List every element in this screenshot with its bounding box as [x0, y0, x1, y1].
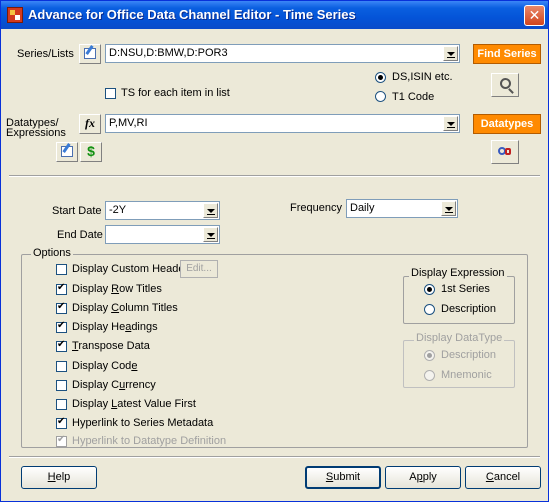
- option-checkbox-row-titles[interactable]: [56, 282, 67, 295]
- series-value: D:NSU,D:BMW,D:POR3: [109, 47, 228, 59]
- option-label-code: Display Code: [72, 360, 138, 372]
- display-datatype-label-mnemonic: Mnemonic: [441, 369, 492, 381]
- apply-button[interactable]: Apply: [385, 466, 461, 489]
- chevron-down-icon[interactable]: [443, 116, 458, 131]
- option-checkbox-currency[interactable]: [56, 380, 67, 391]
- display-expression-radio-1st-series[interactable]: [424, 284, 435, 295]
- datatypes-label-line2: Expressions: [6, 127, 66, 139]
- lookup-button[interactable]: [491, 73, 519, 97]
- datatypes-combo[interactable]: P,MV,RI: [105, 114, 460, 133]
- start-date-combo[interactable]: -2Y: [105, 201, 220, 220]
- display-expression-label-1st-series: 1st Series: [441, 283, 490, 295]
- end-date-combo[interactable]: [105, 225, 220, 244]
- find-series-button[interactable]: Find Series: [473, 44, 541, 64]
- edit-list-icon: [61, 143, 73, 157]
- option-label-latest-first: Display Latest Value First: [72, 398, 196, 410]
- display-datatype-label-description: Description: [441, 349, 497, 361]
- series-label: Series/Lists: [17, 48, 74, 60]
- option-checkbox-code[interactable]: [56, 361, 67, 372]
- series-combo[interactable]: D:NSU,D:BMW,D:POR3: [105, 44, 460, 63]
- help-button[interactable]: Help: [21, 466, 97, 489]
- code-option-label-t1: T1 Code: [392, 91, 435, 103]
- option-checkbox-datatype-definition[interactable]: [56, 434, 67, 447]
- separator-bottom: [9, 456, 540, 458]
- option-checkbox-custom-header[interactable]: [56, 264, 67, 275]
- currency-dollar-icon[interactable]: $: [80, 142, 102, 162]
- frequency-combo[interactable]: Daily: [346, 199, 458, 218]
- chevron-down-icon[interactable]: [443, 46, 458, 61]
- edit-list-icon: [84, 45, 96, 59]
- code-option-radio-ds[interactable]: [375, 72, 386, 83]
- option-label-custom-header: Display Custom Header: [72, 263, 189, 275]
- datatype-search-icon: [498, 147, 512, 157]
- display-expression-radio-description[interactable]: [424, 304, 435, 315]
- display-datatype-radio-mnemonic[interactable]: [424, 370, 435, 381]
- option-checkbox-latest-first[interactable]: [56, 399, 67, 410]
- display-expression-label-description: Description: [441, 303, 497, 315]
- option-label-column-titles: Display Column Titles: [72, 302, 178, 314]
- window-title: Advance for Office Data Channel Editor -…: [28, 7, 356, 22]
- option-checkbox-series-metadata[interactable]: [56, 416, 67, 429]
- frequency-value: Daily: [350, 202, 375, 214]
- close-button[interactable]: ✕: [524, 5, 545, 26]
- magnifier-icon: [499, 78, 514, 94]
- option-checkbox-column-titles[interactable]: [56, 301, 67, 314]
- app-icon: [7, 7, 23, 23]
- display-datatype-radio-description[interactable]: [424, 350, 435, 361]
- ts-each-checkbox[interactable]: [105, 88, 116, 99]
- option-label-transpose: Transpose Data: [72, 340, 150, 352]
- option-label-row-titles: Display Row Titles: [72, 283, 162, 295]
- series-edit-button[interactable]: [79, 44, 101, 64]
- option-label-currency: Display Currency: [72, 379, 156, 391]
- chevron-down-icon[interactable]: [203, 203, 218, 218]
- start-date-label: Start Date: [52, 205, 102, 217]
- chevron-down-icon[interactable]: [441, 201, 456, 216]
- datatypes-value: P,MV,RI: [109, 117, 148, 129]
- option-checkbox-headings[interactable]: [56, 320, 67, 333]
- option-checkbox-transpose[interactable]: [56, 339, 67, 352]
- frequency-label: Frequency: [290, 202, 342, 214]
- submit-button[interactable]: Submit: [305, 466, 381, 489]
- display-expression-legend: Display Expression: [409, 267, 507, 279]
- fx-function-icon[interactable]: fx: [79, 114, 101, 134]
- datatype-lookup-button[interactable]: [491, 140, 519, 164]
- title-bar: Advance for Office Data Channel Editor -…: [1, 1, 548, 29]
- cancel-button[interactable]: Cancel: [465, 466, 541, 489]
- option-label-headings: Display Headings: [72, 321, 158, 333]
- ts-each-label: TS for each item in list: [121, 87, 230, 99]
- display-datatype-legend: Display DataType: [414, 332, 505, 344]
- edit-header-button[interactable]: Edit...: [180, 260, 218, 278]
- datatypes-button[interactable]: Datatypes: [473, 114, 541, 134]
- chevron-down-icon[interactable]: [203, 227, 218, 242]
- datatypes-edit-button[interactable]: [56, 142, 78, 162]
- editor-window: Advance for Office Data Channel Editor -…: [0, 0, 549, 502]
- end-date-label: End Date: [57, 229, 103, 241]
- options-legend: Options: [31, 247, 73, 259]
- option-label-series-metadata: Hyperlink to Series Metadata: [72, 417, 214, 429]
- separator-top: [9, 175, 540, 177]
- option-label-datatype-definition: Hyperlink to Datatype Definition: [72, 435, 227, 447]
- start-date-value: -2Y: [109, 204, 127, 216]
- code-option-label-ds: DS,ISIN etc.: [392, 71, 453, 83]
- code-option-radio-t1[interactable]: [375, 91, 386, 102]
